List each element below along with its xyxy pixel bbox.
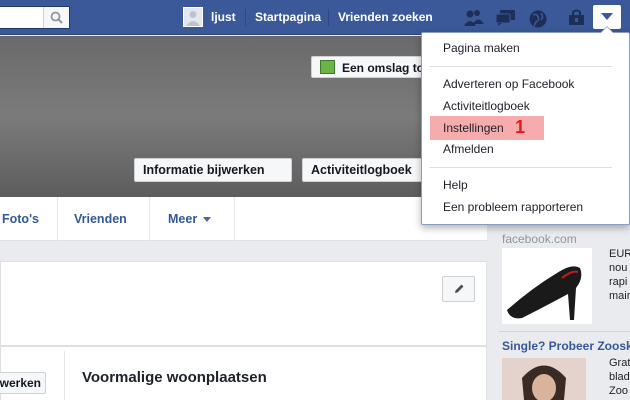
menu-item-activity-log[interactable]: Activiteitlogboek [443,99,530,113]
profile-link[interactable]: ljust [211,10,236,24]
activity-log-button[interactable]: Activiteitlogboek [302,158,432,182]
ad-description: Grat blad Zoo date [609,357,630,400]
messages-icon[interactable] [495,9,515,27]
home-link[interactable]: Startpagina [255,10,321,24]
ad-image-shoe[interactable] [502,248,592,324]
menu-item-report-problem[interactable]: Een probleem rapporteren [443,200,583,214]
friend-requests-icon[interactable] [463,9,484,27]
menu-pointer [601,27,613,33]
menu-item-settings[interactable]: Instellingen [443,121,504,135]
privacy-shortcuts-icon[interactable] [567,9,587,27]
tab-photos[interactable]: Foto's [0,197,58,241]
edit-places-button[interactable]: werken [0,372,46,394]
step-marker: 1 [515,117,526,137]
update-info-button[interactable]: Informatie bijwerken [134,158,292,182]
chevron-down-icon [601,13,613,20]
menu-divider [429,167,612,168]
cover-photo-area: Een omslag to Informatie bijwerken Activ… [0,36,491,197]
ad-divider [499,331,630,332]
menu-item-help[interactable]: Help [443,178,468,192]
tab-label: Meer [168,212,198,226]
nav-divider [245,9,246,26]
tab-more[interactable]: Meer [150,197,235,241]
edit-button[interactable] [442,276,475,302]
ad-image-person[interactable] [502,358,586,400]
high-heel-shoe-icon [507,266,582,320]
search-button[interactable] [43,7,69,28]
user-silhouette-icon [186,11,200,26]
ad-description: EUR nou rapi mair [609,248,630,302]
find-friends-link[interactable]: Vrienden zoeken [338,10,433,24]
search-icon [50,11,63,24]
ad-title[interactable]: Single? Probeer Zoosk [502,339,630,353]
about-panel [0,261,487,346]
menu-divider [429,66,612,67]
panel-divider [64,351,65,400]
avatar[interactable] [183,7,203,27]
add-cover-label: Een omslag to [342,61,425,75]
nav-divider [328,9,329,26]
ad-host: facebook.com [502,232,577,246]
pencil-icon [454,284,463,293]
menu-item-create-page[interactable]: Pagina maken [443,41,520,55]
tab-label: Vrienden [74,212,127,226]
tab-friends[interactable]: Vrienden [58,197,150,241]
menu-item-logout[interactable]: Afmelden [443,142,494,156]
tab-label: Foto's [2,212,39,226]
photo-add-icon [320,60,335,74]
person-photo-icon [502,358,586,400]
search-input[interactable] [0,6,70,29]
caret-down-icon [203,217,212,223]
notifications-globe-icon[interactable] [528,9,548,28]
profile-tabs: Foto's Vrienden Meer [0,197,487,241]
menu-item-advertise[interactable]: Adverteren op Facebook [443,77,574,91]
section-title: Voormalige woonplaatsen [82,369,267,386]
